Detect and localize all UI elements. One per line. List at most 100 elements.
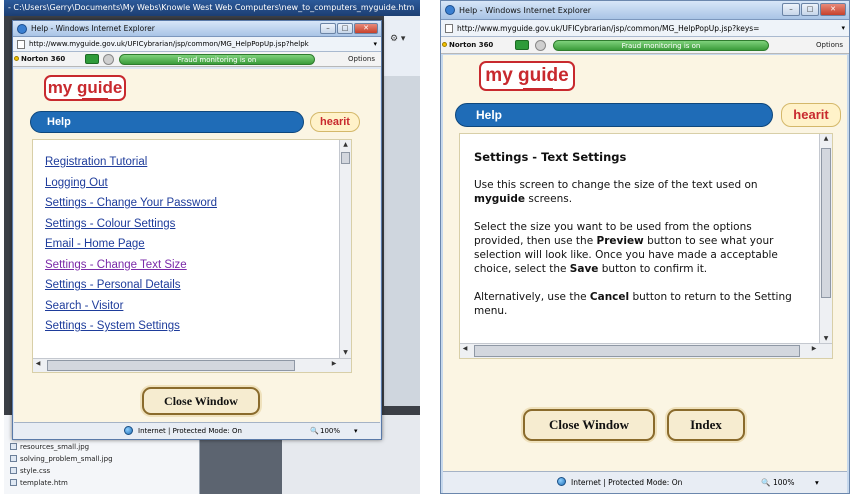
help-page: my guide Help hearit Settings - Text Set… [443, 55, 847, 471]
myguide-logo: my guide [479, 61, 575, 91]
help-link-registration-tutorial[interactable]: Registration Tutorial [45, 152, 217, 173]
page-icon [445, 24, 453, 33]
hearit-button[interactable]: hearit [310, 112, 360, 132]
file-icon [10, 479, 17, 486]
fraud-monitoring-status: Fraud monitoring is on [553, 40, 769, 51]
norton-toolbar: Norton 360 Fraud monitoring is on Option… [441, 37, 849, 54]
help-link-change-password[interactable]: Settings - Change Your Password [45, 193, 217, 214]
logo-swoosh [523, 88, 553, 90]
background-window-title: - C:\Users\Gerry\Documents\My Webs\Knowl… [4, 0, 420, 16]
norton-safe-icon[interactable] [85, 54, 99, 64]
help-header-bar: Help [30, 111, 304, 133]
background-pane [384, 76, 420, 406]
window-title: Help - Windows Internet Explorer [31, 24, 155, 33]
file-item[interactable]: solving_problem_small.jpg [4, 453, 199, 465]
index-button[interactable]: Index [667, 409, 745, 441]
security-zone-text: Internet | Protected Mode: On [571, 478, 683, 487]
zoom-level[interactable]: 100% [773, 472, 794, 493]
scroll-right-icon[interactable]: ▶ [809, 344, 819, 358]
zoom-icon: 🔍 [761, 478, 771, 487]
ie-logo-icon [445, 5, 455, 15]
window-titlebar: Help - Windows Internet Explorer – □ ✕ [13, 21, 381, 37]
norton-check-icon [14, 56, 19, 61]
globe-icon [124, 426, 133, 435]
address-text: http://www.myguide.gov.uk/UFICybrarian/j… [29, 40, 309, 48]
file-item[interactable]: resources_small.jpg [4, 441, 199, 453]
chevron-down-icon[interactable]: ▾ [373, 37, 377, 51]
address-bar[interactable]: http://www.myguide.gov.uk/UFICybrarian/j… [13, 37, 381, 52]
page-icon [17, 40, 25, 49]
help-link-change-text-size[interactable]: Settings - Change Text Size [45, 255, 217, 276]
close-window-button[interactable]: Close Window [142, 387, 260, 415]
vertical-scrollbar[interactable]: ▲ ▼ [819, 134, 832, 344]
minimize-button[interactable]: – [782, 3, 800, 16]
horizontal-scrollbar[interactable]: ◀ ▶ [33, 358, 351, 372]
help-link-colour-settings[interactable]: Settings - Colour Settings [45, 214, 217, 235]
security-zone-text: Internet | Protected Mode: On [138, 427, 242, 435]
options-menu[interactable]: Options [348, 52, 375, 67]
globe-icon [557, 477, 566, 486]
window-controls: – □ ✕ [782, 3, 846, 16]
help-link-personal-details[interactable]: Settings - Personal Details [45, 275, 217, 296]
scrollbar-thumb[interactable] [474, 345, 800, 357]
help-link-system-settings[interactable]: Settings - System Settings [45, 316, 217, 337]
ie-logo-icon [17, 24, 27, 34]
status-bar: Internet | Protected Mode: On 🔍 100% ▾ [443, 471, 847, 493]
options-menu[interactable]: Options [816, 37, 843, 54]
close-window-button[interactable]: Close Window [523, 409, 655, 441]
norton-identity-icon[interactable] [103, 54, 114, 65]
address-bar[interactable]: http://www.myguide.gov.uk/UFICybrarian/j… [441, 20, 849, 37]
file-item[interactable]: template.htm [4, 477, 199, 489]
help-link-logging-out[interactable]: Logging Out [45, 173, 217, 194]
norton-toolbar: Norton 360 Fraud monitoring is on Option… [13, 52, 381, 67]
scroll-right-icon[interactable]: ▶ [329, 359, 339, 372]
article-paragraph: Alternatively, use the Cancel button to … [474, 291, 792, 317]
chevron-down-icon[interactable]: ▾ [815, 472, 819, 493]
close-button[interactable]: ✕ [820, 3, 846, 16]
norton-identity-icon[interactable] [535, 40, 546, 51]
help-text-panel: Settings - Text Settings Use this screen… [459, 133, 833, 359]
help-link-email-home[interactable]: Email - Home Page [45, 234, 217, 255]
article-paragraph: Select the size you want to be used from… [474, 221, 778, 275]
help-header-bar: Help [455, 103, 773, 127]
window-title: Help - Windows Internet Explorer [459, 6, 592, 15]
zoom-level[interactable]: 100% [320, 423, 340, 439]
vertical-scrollbar[interactable]: ▲ ▼ [339, 140, 351, 358]
chevron-down-icon[interactable]: ▾ [354, 423, 358, 439]
address-text: http://www.myguide.gov.uk/UFICybrarian/j… [457, 24, 760, 33]
window-titlebar: Help - Windows Internet Explorer – □ ✕ [441, 1, 849, 20]
norton-safe-icon[interactable] [515, 40, 529, 50]
norton-check-icon [442, 42, 447, 47]
maximize-button[interactable]: □ [337, 23, 353, 34]
help-popup-window: Help - Windows Internet Explorer – □ ✕ h… [12, 20, 382, 440]
help-link-search-visitor[interactable]: Search - Visitor [45, 296, 217, 317]
hearit-button[interactable]: hearit [781, 103, 841, 127]
norton-label: Norton 360 [21, 55, 66, 63]
scroll-left-icon[interactable]: ◀ [460, 344, 470, 358]
horizontal-scrollbar[interactable]: ◀ ▶ [460, 343, 832, 358]
help-links-panel: Registration Tutorial Logging Out Settin… [32, 139, 352, 373]
myguide-logo: my guide [44, 75, 126, 101]
file-icon [10, 467, 17, 474]
scroll-up-icon[interactable]: ▲ [820, 134, 832, 144]
scrollbar-thumb[interactable] [341, 152, 350, 164]
file-icon [10, 455, 17, 462]
scrollbar-thumb[interactable] [821, 148, 831, 298]
right-screenshot: Help - Windows Internet Explorer – □ ✕ h… [440, 0, 850, 494]
close-button[interactable]: ✕ [354, 23, 378, 34]
maximize-button[interactable]: □ [801, 3, 819, 16]
toolbar-icon[interactable]: ⚙ ▾ [384, 16, 420, 44]
status-bar: Internet | Protected Mode: On 🔍 100% ▾ [14, 422, 380, 439]
window-controls: – □ ✕ [320, 23, 378, 34]
zoom-icon: 🔍 [310, 427, 319, 435]
scroll-down-icon[interactable]: ▼ [340, 348, 351, 358]
file-item[interactable]: style.css [4, 465, 199, 477]
composite-image: - C:\Users\Gerry\Documents\My Webs\Knowl… [0, 0, 850, 494]
article-paragraph: Use this screen to change the size of th… [474, 179, 758, 205]
scroll-up-icon[interactable]: ▲ [340, 140, 351, 150]
scrollbar-thumb[interactable] [47, 360, 295, 371]
chevron-down-icon[interactable]: ▾ [841, 20, 845, 36]
scroll-left-icon[interactable]: ◀ [33, 359, 43, 372]
minimize-button[interactable]: – [320, 23, 336, 34]
left-screenshot: - C:\Users\Gerry\Documents\My Webs\Knowl… [4, 0, 420, 494]
